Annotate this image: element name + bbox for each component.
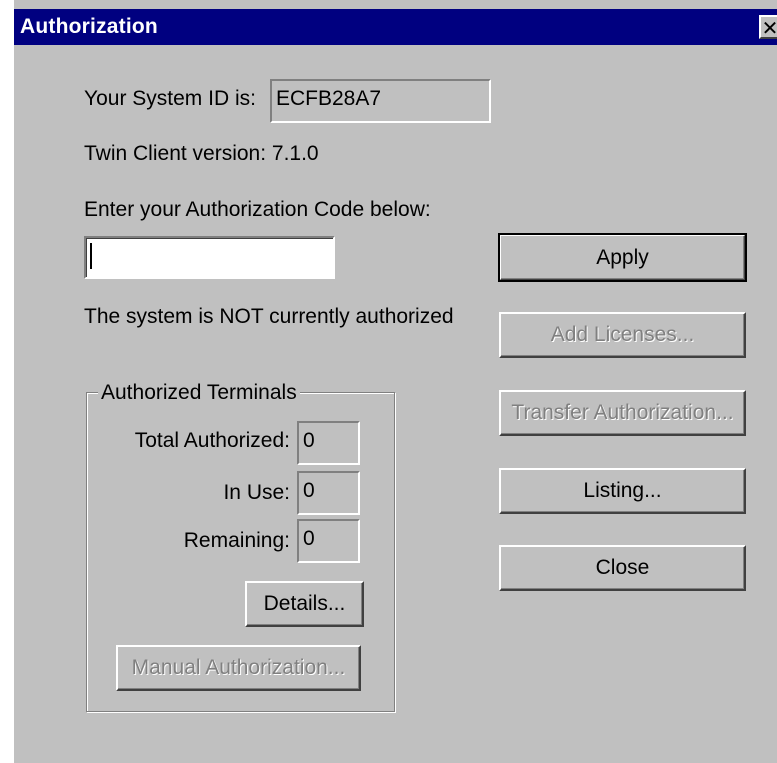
manual-authorization-button-label: Manual Authorization...	[131, 656, 346, 679]
in-use-field: 0	[297, 471, 360, 515]
listing-button[interactable]: Listing...	[499, 468, 746, 514]
authorization-status: The system is NOT currently authorized	[84, 305, 454, 328]
total-authorized-field: 0	[297, 421, 360, 465]
version-text: Twin Client version: 7.1.0	[84, 142, 319, 165]
total-authorized-label: Total Authorized:	[134, 429, 290, 452]
system-id-label: Your System ID is:	[84, 87, 256, 110]
details-button[interactable]: Details...	[245, 581, 364, 627]
remaining-field: 0	[297, 519, 360, 563]
transfer-authorization-button-label: Transfer Authorization...	[511, 401, 734, 424]
auth-code-input[interactable]	[84, 236, 335, 279]
remaining-label: Remaining:	[183, 529, 290, 552]
listing-button-label: Listing...	[583, 479, 662, 502]
auth-code-prompt: Enter your Authorization Code below:	[84, 198, 431, 221]
add-licenses-button[interactable]: Add Licenses...	[499, 312, 746, 358]
text-caret	[90, 243, 92, 269]
apply-button[interactable]: Apply	[498, 233, 747, 282]
window-title: Authorization	[20, 15, 158, 38]
authorized-terminals-title: Authorized Terminals	[98, 381, 300, 405]
close-button-label: Close	[595, 556, 650, 579]
in-use-label: In Use:	[223, 481, 290, 504]
close-icon[interactable]: ✕	[759, 15, 777, 40]
transfer-authorization-button[interactable]: Transfer Authorization...	[499, 390, 746, 436]
manual-authorization-button[interactable]: Manual Authorization...	[116, 645, 361, 691]
add-licenses-button-label: Add Licenses...	[550, 323, 695, 346]
close-button[interactable]: Close	[499, 545, 746, 591]
apply-button-label: Apply	[596, 246, 649, 269]
title-bar[interactable]: Authorization ✕	[14, 9, 777, 45]
details-button-label: Details...	[263, 592, 346, 615]
system-id-field: ECFB28A7	[270, 79, 491, 123]
